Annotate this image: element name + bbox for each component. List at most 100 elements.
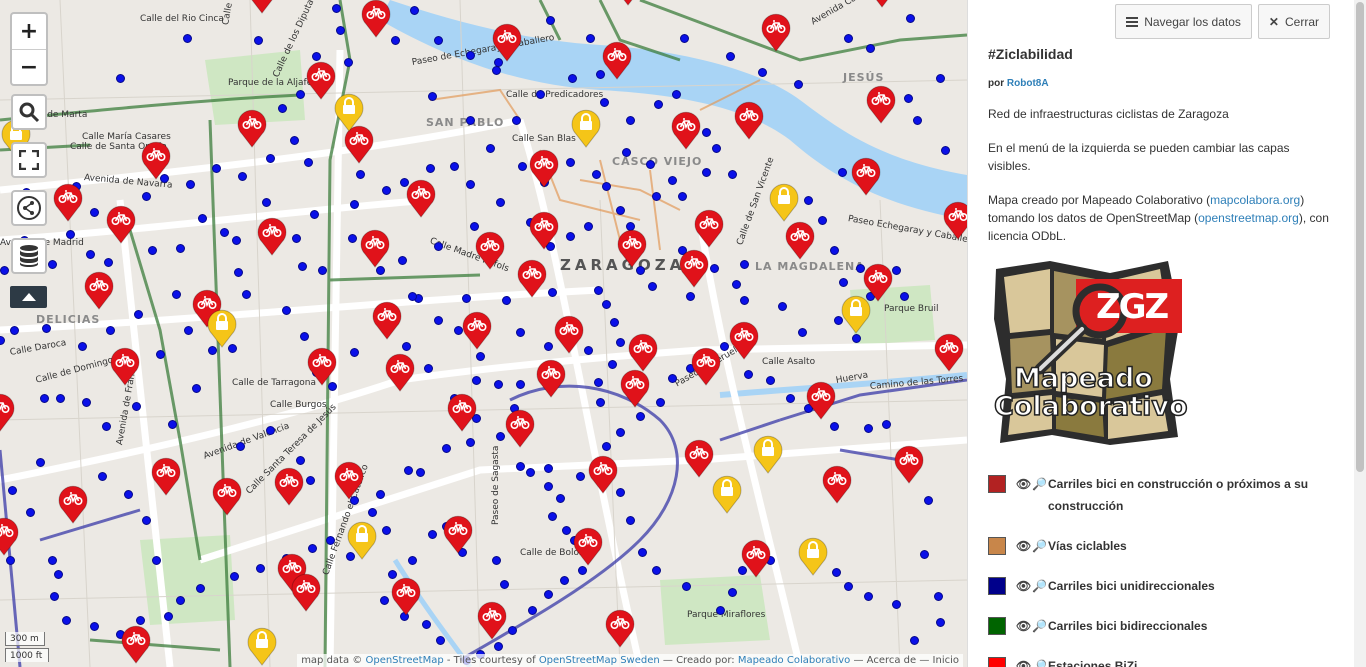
bus-stop-dot[interactable]: [838, 168, 847, 177]
bizi-station-marker[interactable]: [933, 332, 965, 372]
bus-stop-dot[interactable]: [48, 556, 57, 565]
bus-stop-dot[interactable]: [882, 420, 891, 429]
eye-icon[interactable]: 👁: [1016, 535, 1031, 557]
bus-stop-dot[interactable]: [616, 428, 625, 437]
zoom-to-layer-icon[interactable]: 🔎: [1032, 655, 1047, 667]
share-button[interactable]: [11, 190, 47, 226]
eye-icon[interactable]: 👁: [1016, 615, 1031, 637]
bus-stop-dot[interactable]: [266, 426, 275, 435]
bike-parking-marker[interactable]: [768, 182, 800, 222]
zoom-to-layer-icon[interactable]: 🔎: [1032, 615, 1047, 637]
bus-stop-dot[interactable]: [102, 422, 111, 431]
bus-stop-dot[interactable]: [6, 556, 15, 565]
bike-parking-marker[interactable]: [346, 520, 378, 560]
bus-stop-dot[interactable]: [308, 544, 317, 553]
bus-stop-dot[interactable]: [10, 326, 19, 335]
bus-stop-dot[interactable]: [494, 380, 503, 389]
bizi-station-marker[interactable]: [619, 368, 651, 408]
eye-icon[interactable]: 👁: [1016, 655, 1031, 667]
bus-stop-dot[interactable]: [36, 458, 45, 467]
bus-stop-dot[interactable]: [78, 342, 87, 351]
bus-stop-dot[interactable]: [913, 116, 922, 125]
bus-stop-dot[interactable]: [682, 582, 691, 591]
bike-parking-marker[interactable]: [711, 474, 743, 514]
bus-stop-dot[interactable]: [428, 530, 437, 539]
bus-stop-dot[interactable]: [608, 360, 617, 369]
bizi-station-marker[interactable]: [371, 300, 403, 340]
bizi-station-marker[interactable]: [120, 624, 152, 664]
bus-stop-dot[interactable]: [391, 36, 400, 45]
bus-stop-dot[interactable]: [212, 164, 221, 173]
bizi-station-marker[interactable]: [333, 460, 365, 500]
bus-stop-dot[interactable]: [176, 596, 185, 605]
eye-icon[interactable]: 👁: [1016, 473, 1031, 495]
bike-parking-marker[interactable]: [840, 294, 872, 334]
bus-stop-dot[interactable]: [472, 376, 481, 385]
bus-stop-dot[interactable]: [492, 556, 501, 565]
bus-stop-dot[interactable]: [466, 51, 475, 60]
bus-stop-dot[interactable]: [839, 278, 848, 287]
bus-stop-dot[interactable]: [936, 618, 945, 627]
bus-stop-dot[interactable]: [548, 512, 557, 521]
bus-stop-dot[interactable]: [584, 346, 593, 355]
bus-stop-dot[interactable]: [183, 34, 192, 43]
bus-stop-dot[interactable]: [466, 116, 475, 125]
bus-stop-dot[interactable]: [434, 316, 443, 325]
mapcolabora-link[interactable]: mapcolabora.org: [1210, 193, 1300, 207]
bus-stop-dot[interactable]: [648, 282, 657, 291]
toggle-panel-button[interactable]: [10, 286, 47, 308]
bus-stop-dot[interactable]: [626, 516, 635, 525]
bus-stop-dot[interactable]: [428, 92, 437, 101]
bus-stop-dot[interactable]: [436, 636, 445, 645]
bus-stop-dot[interactable]: [336, 26, 345, 35]
bus-stop-dot[interactable]: [382, 526, 391, 535]
bus-stop-dot[interactable]: [910, 636, 919, 645]
bus-stop-dot[interactable]: [116, 74, 125, 83]
bus-stop-dot[interactable]: [594, 378, 603, 387]
bus-stop-dot[interactable]: [652, 192, 661, 201]
bus-stop-dot[interactable]: [804, 196, 813, 205]
bizi-station-marker[interactable]: [140, 140, 172, 180]
bizi-station-marker[interactable]: [670, 110, 702, 150]
bus-stop-dot[interactable]: [622, 148, 631, 157]
bus-stop-dot[interactable]: [544, 482, 553, 491]
bus-stop-dot[interactable]: [290, 136, 299, 145]
osm-sweden-link[interactable]: OpenStreetMap Sweden: [539, 655, 660, 666]
bizi-station-marker[interactable]: [273, 466, 305, 506]
bus-stop-dot[interactable]: [544, 464, 553, 473]
bus-stop-dot[interactable]: [654, 100, 663, 109]
bizi-station-marker[interactable]: [474, 230, 506, 270]
bus-stop-dot[interactable]: [56, 394, 65, 403]
bus-stop-dot[interactable]: [594, 286, 603, 295]
bus-stop-dot[interactable]: [906, 14, 915, 23]
bus-stop-dot[interactable]: [380, 596, 389, 605]
legend-row[interactable]: 👁 🔎 Estaciones BiZi: [988, 655, 1333, 667]
bus-stop-dot[interactable]: [592, 170, 601, 179]
bus-stop-dot[interactable]: [350, 348, 359, 357]
bus-stop-dot[interactable]: [732, 280, 741, 289]
bus-stop-dot[interactable]: [266, 154, 275, 163]
bizi-station-marker[interactable]: [461, 310, 493, 350]
bus-stop-dot[interactable]: [26, 508, 35, 517]
zoom-to-layer-icon[interactable]: 🔎: [1032, 575, 1047, 597]
bus-stop-dot[interactable]: [830, 246, 839, 255]
bus-stop-dot[interactable]: [234, 268, 243, 277]
bike-parking-marker[interactable]: [206, 308, 238, 348]
bizi-station-marker[interactable]: [627, 332, 659, 372]
bizi-station-marker[interactable]: [0, 392, 16, 432]
bus-stop-dot[interactable]: [90, 622, 99, 631]
bus-stop-dot[interactable]: [602, 442, 611, 451]
bus-stop-dot[interactable]: [610, 318, 619, 327]
bus-stop-dot[interactable]: [82, 398, 91, 407]
bizi-station-marker[interactable]: [733, 100, 765, 140]
bus-stop-dot[interactable]: [941, 146, 950, 155]
bus-stop-dot[interactable]: [382, 186, 391, 195]
bizi-station-marker[interactable]: [942, 200, 967, 240]
bizi-station-marker[interactable]: [805, 380, 837, 420]
bus-stop-dot[interactable]: [924, 496, 933, 505]
bus-stop-dot[interactable]: [544, 590, 553, 599]
panel-scrollbar[interactable]: [1354, 0, 1366, 667]
bus-stop-dot[interactable]: [600, 98, 609, 107]
bus-stop-dot[interactable]: [368, 508, 377, 517]
bus-stop-dot[interactable]: [728, 170, 737, 179]
